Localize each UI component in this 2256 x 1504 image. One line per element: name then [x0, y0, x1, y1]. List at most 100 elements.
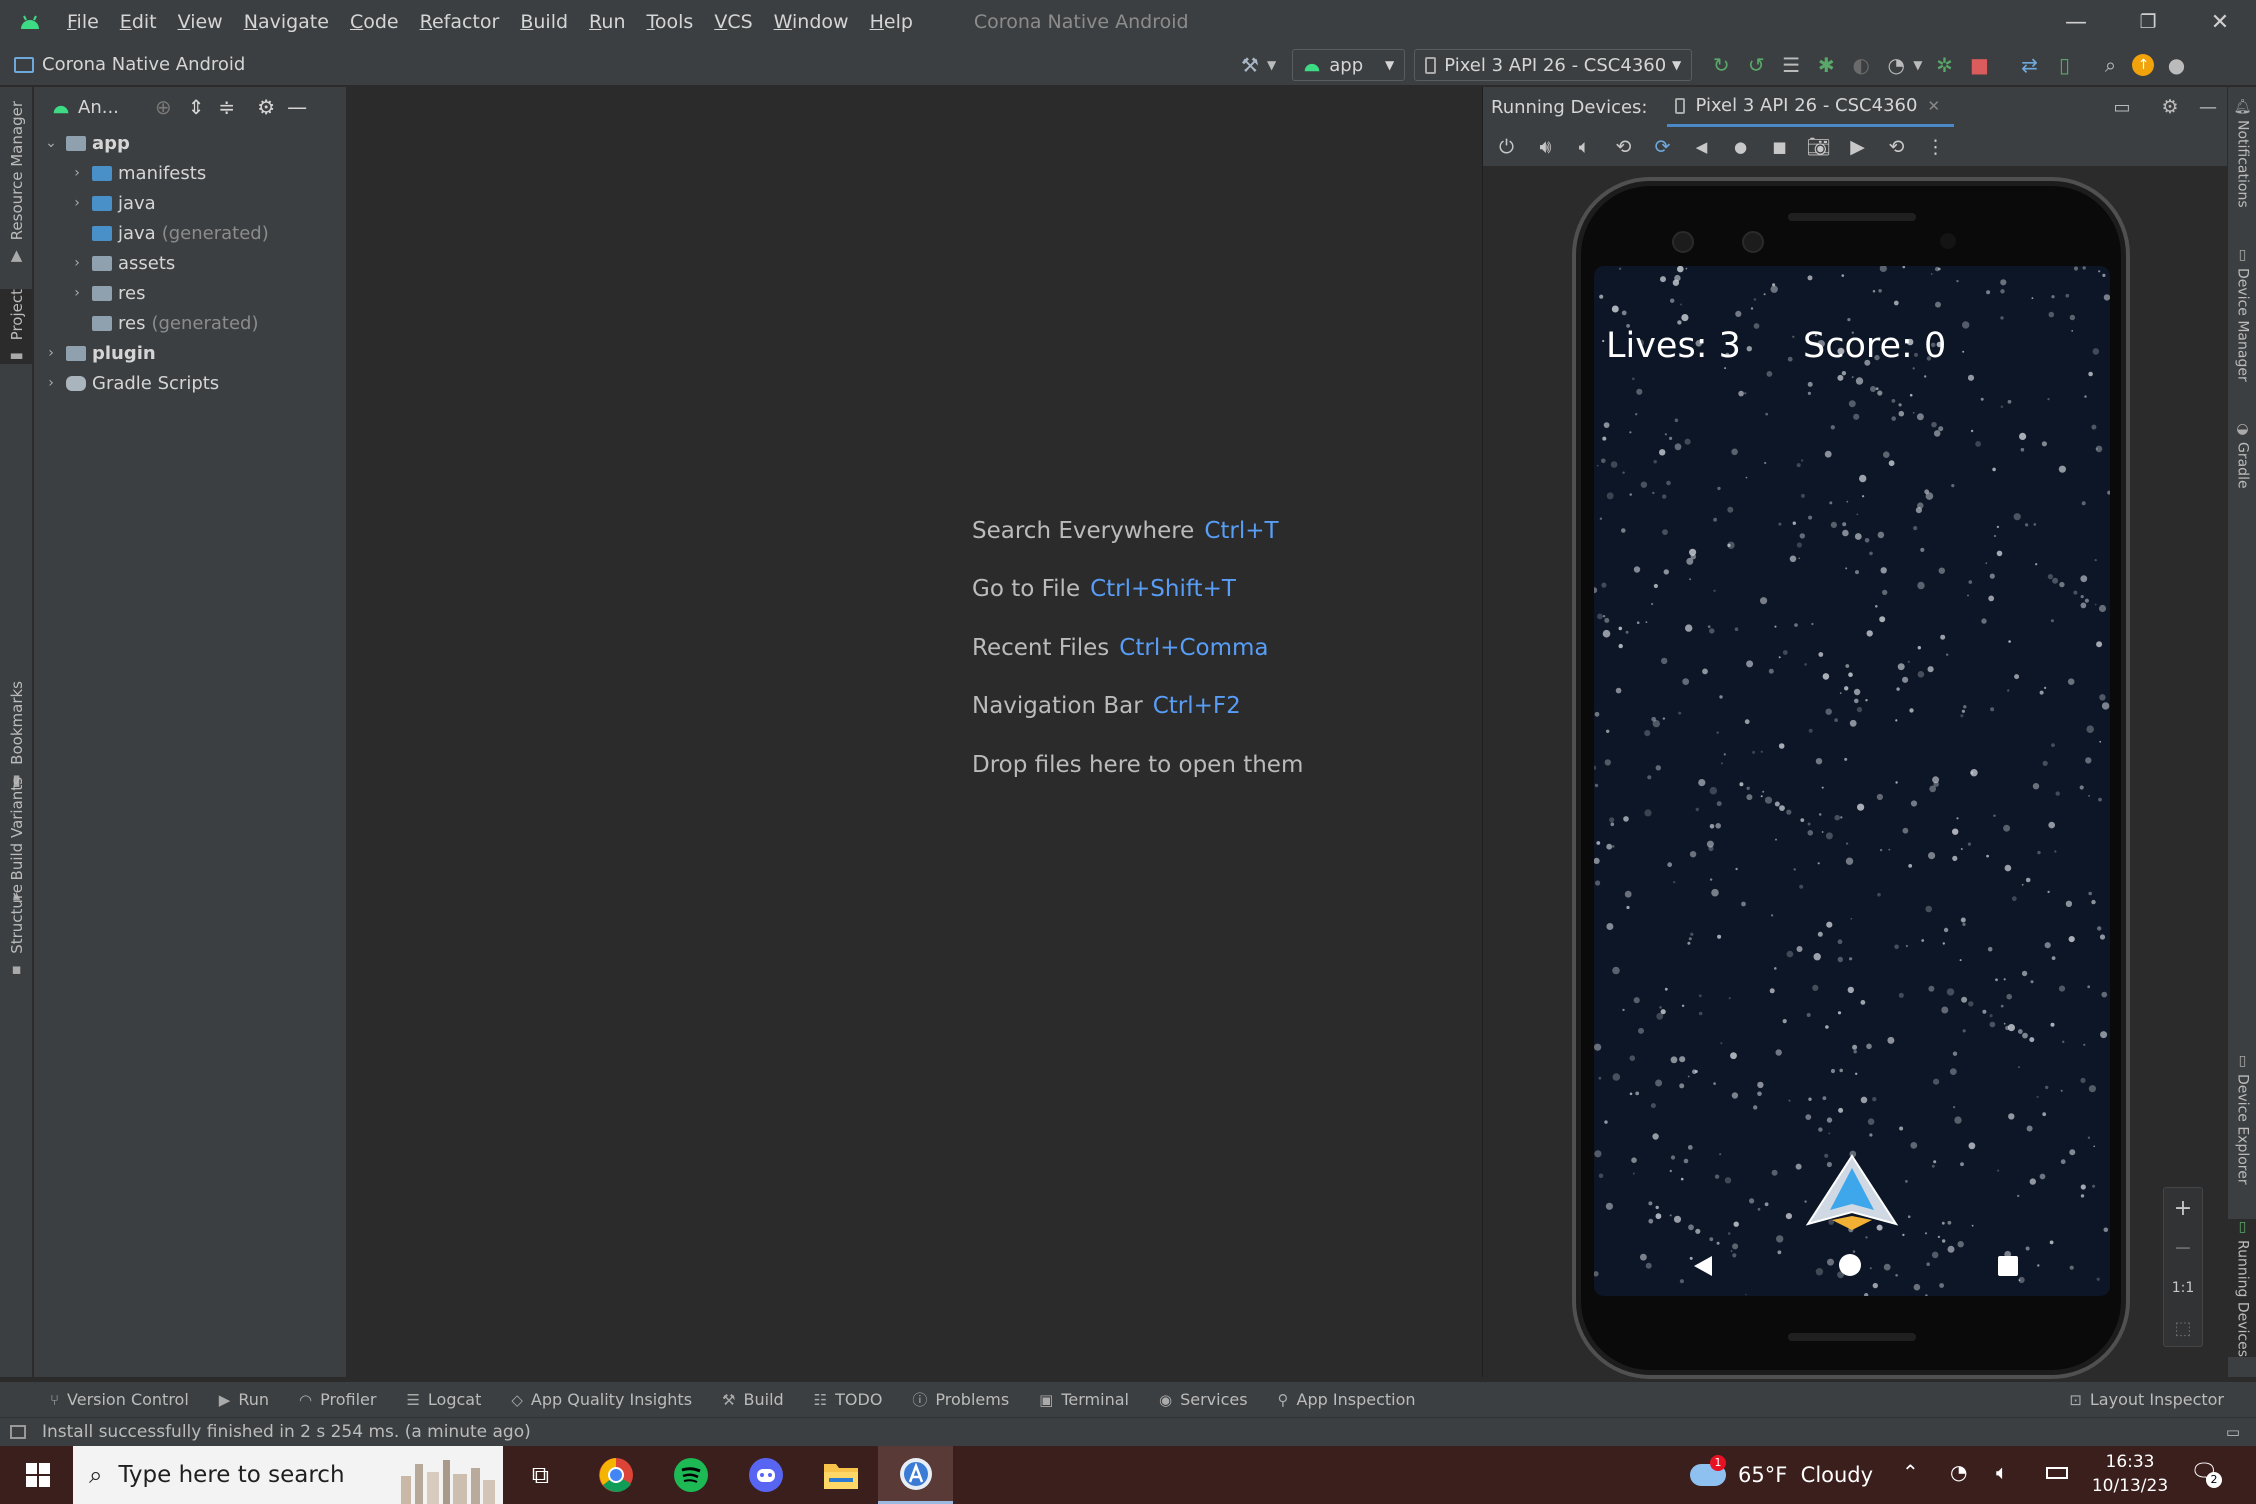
- chevron-right-icon[interactable]: ›: [68, 285, 86, 301]
- spaceship-player[interactable]: [1802, 1154, 1902, 1234]
- device-select[interactable]: Pixel 3 API 26 - CSC4360 ▼: [1414, 49, 1693, 81]
- battery-icon[interactable]: [2046, 1467, 2068, 1479]
- menu-window[interactable]: Window: [774, 11, 849, 33]
- tab-profiler[interactable]: ◠ Profiler: [299, 1390, 376, 1409]
- tree-item-manifests[interactable]: › manifests: [68, 158, 206, 188]
- profile-icon[interactable]: ◔: [1883, 52, 1909, 78]
- back-icon[interactable]: ◀: [1682, 127, 1721, 167]
- discord-icon[interactable]: [728, 1446, 803, 1504]
- hide-panel-icon[interactable]: —: [2189, 97, 2227, 118]
- expand-all-icon[interactable]: ⇕: [188, 95, 205, 119]
- attach-debugger-android-icon[interactable]: ✲: [1931, 52, 1957, 78]
- tab-layout-inspector[interactable]: ⊡ Layout Inspector: [2069, 1390, 2224, 1409]
- android-studio-taskbar-icon[interactable]: [878, 1446, 953, 1504]
- tab-logcat[interactable]: ☰ Logcat: [406, 1390, 481, 1409]
- tree-item-res-generated[interactable]: res (generated): [68, 308, 258, 338]
- menu-edit[interactable]: Edit: [120, 11, 157, 33]
- screenshot-icon[interactable]: 📷︎: [1799, 127, 1838, 167]
- device-tab[interactable]: Pixel 3 API 26 - CSC4360 ✕: [1667, 87, 1955, 127]
- zoom-actual-size-button[interactable]: 1:1: [2164, 1268, 2202, 1308]
- volume-down-icon[interactable]: 🔈︎: [1565, 127, 1604, 167]
- toggle-tool-windows-icon[interactable]: [10, 1425, 26, 1439]
- power-icon[interactable]: ⏻: [1487, 127, 1526, 167]
- menu-refactor[interactable]: Refactor: [420, 11, 500, 33]
- menu-view[interactable]: View: [178, 11, 223, 33]
- tab-project[interactable]: Project ▬: [0, 289, 33, 365]
- volume-icon[interactable]: 🔈︎: [1996, 1460, 2008, 1484]
- zoom-in-button[interactable]: +: [2164, 1188, 2202, 1228]
- nav-back-icon[interactable]: [1692, 1254, 1714, 1278]
- menu-navigate[interactable]: Navigate: [244, 11, 329, 33]
- zoom-out-button[interactable]: −: [2164, 1228, 2202, 1268]
- spotify-icon[interactable]: [653, 1446, 728, 1504]
- account-icon[interactable]: ●: [2163, 52, 2189, 78]
- chevron-right-icon[interactable]: ›: [68, 195, 86, 211]
- tab-structure[interactable]: Structure ▪: [0, 884, 33, 978]
- tab-build[interactable]: ⚒ Build: [722, 1390, 784, 1409]
- tab-device-manager[interactable]: ▯ Device Manager: [2228, 247, 2256, 382]
- tab-version-control[interactable]: ⑂ Version Control: [50, 1390, 189, 1409]
- tab-notifications[interactable]: 🔔︎ Notifications: [2228, 99, 2256, 208]
- menu-file[interactable]: File: [67, 11, 99, 33]
- apply-code-changes-icon[interactable]: ↺: [1743, 52, 1769, 78]
- make-hammer-icon[interactable]: ⚒: [1237, 52, 1263, 78]
- rotate-right-icon[interactable]: ⟳: [1643, 127, 1682, 167]
- tab-app-inspection[interactable]: ⚲ App Inspection: [1278, 1390, 1416, 1409]
- gear-icon[interactable]: ⚙: [2151, 96, 2189, 118]
- tab-resource-manager[interactable]: Resource Manager ▲: [0, 101, 33, 264]
- menu-tools[interactable]: Tools: [647, 11, 694, 33]
- file-explorer-icon[interactable]: [803, 1446, 878, 1504]
- menu-vcs[interactable]: VCS: [714, 11, 752, 33]
- nav-overview-icon[interactable]: [1998, 1256, 2018, 1276]
- show-hidden-icons-icon[interactable]: ⌃: [1902, 1460, 1919, 1484]
- tab-running-devices[interactable]: ▯ Running Devices: [2228, 1219, 2256, 1357]
- status-lock-icon[interactable]: ▭: [2226, 1423, 2240, 1441]
- chevron-down-icon[interactable]: ⌄: [42, 135, 60, 151]
- windows-start-icon[interactable]: [0, 1446, 75, 1504]
- hide-panel-icon[interactable]: —: [287, 95, 307, 119]
- minimize-button[interactable]: —: [2040, 0, 2112, 44]
- run-config-select[interactable]: app ▼: [1292, 49, 1406, 81]
- more-options-icon[interactable]: ⋮: [1916, 127, 1955, 167]
- attach-debugger-icon[interactable]: ◐: [1848, 52, 1874, 78]
- tab-terminal[interactable]: ▣ Terminal: [1039, 1390, 1129, 1409]
- tree-item-gradle-scripts[interactable]: › Gradle Scripts: [42, 368, 219, 398]
- device-manager-icon[interactable]: ▯: [2051, 52, 2077, 78]
- profile-dropdown-icon[interactable]: ▼: [1913, 58, 1922, 72]
- tree-item-res[interactable]: › res: [68, 278, 145, 308]
- network-icon[interactable]: ◔: [1950, 1460, 1967, 1484]
- tab-todo[interactable]: ☷ TODO: [814, 1390, 883, 1409]
- tab-gradle[interactable]: ◒ Gradle: [2228, 421, 2256, 489]
- chevron-right-icon[interactable]: ›: [42, 345, 60, 361]
- menu-run[interactable]: Run: [589, 11, 625, 33]
- menu-build[interactable]: Build: [520, 11, 568, 33]
- tree-item-app[interactable]: ⌄ app: [42, 128, 130, 158]
- tree-item-java-generated[interactable]: java (generated): [68, 218, 269, 248]
- device-screen[interactable]: Lives: 3 Score: 0: [1594, 266, 2110, 1296]
- make-dropdown-icon[interactable]: ▼: [1267, 58, 1276, 72]
- project-view-select[interactable]: An...: [78, 97, 119, 118]
- tab-problems[interactable]: ⓘ Problems: [912, 1389, 1009, 1410]
- tab-device-explorer[interactable]: ▯ Device Explorer: [2228, 1053, 2256, 1185]
- zoom-fit-icon[interactable]: ⬚: [2164, 1308, 2202, 1348]
- breadcrumb-project[interactable]: Corona Native Android: [42, 54, 245, 75]
- weather-widget[interactable]: 1 65°F Cloudy: [1690, 1446, 1873, 1504]
- run-coverage-icon[interactable]: ☰: [1778, 52, 1804, 78]
- chevron-right-icon[interactable]: ›: [68, 255, 86, 271]
- snapshot-icon[interactable]: ⟲: [1877, 127, 1916, 167]
- task-view-icon[interactable]: ⧉: [503, 1446, 578, 1504]
- clock[interactable]: 16:33 10/13/23: [2090, 1450, 2170, 1498]
- tree-item-assets[interactable]: › assets: [68, 248, 175, 278]
- chevron-right-icon[interactable]: ›: [68, 165, 86, 181]
- restore-button[interactable]: ❐: [2112, 0, 2184, 44]
- tree-item-java[interactable]: › java: [68, 188, 156, 218]
- screen-record-icon[interactable]: ▶: [1838, 127, 1877, 167]
- menu-code[interactable]: Code: [350, 11, 399, 33]
- tab-app-quality-insights[interactable]: ◇ App Quality Insights: [511, 1390, 692, 1409]
- debug-icon[interactable]: ✱: [1813, 52, 1839, 78]
- tab-services[interactable]: ◉ Services: [1159, 1390, 1248, 1409]
- taskbar-search-box[interactable]: ⌕ Type here to search: [73, 1446, 503, 1504]
- tab-bookmarks[interactable]: Bookmarks ▮: [0, 681, 33, 789]
- locate-icon[interactable]: ⊕: [155, 95, 172, 119]
- close-tab-icon[interactable]: ✕: [1927, 97, 1940, 115]
